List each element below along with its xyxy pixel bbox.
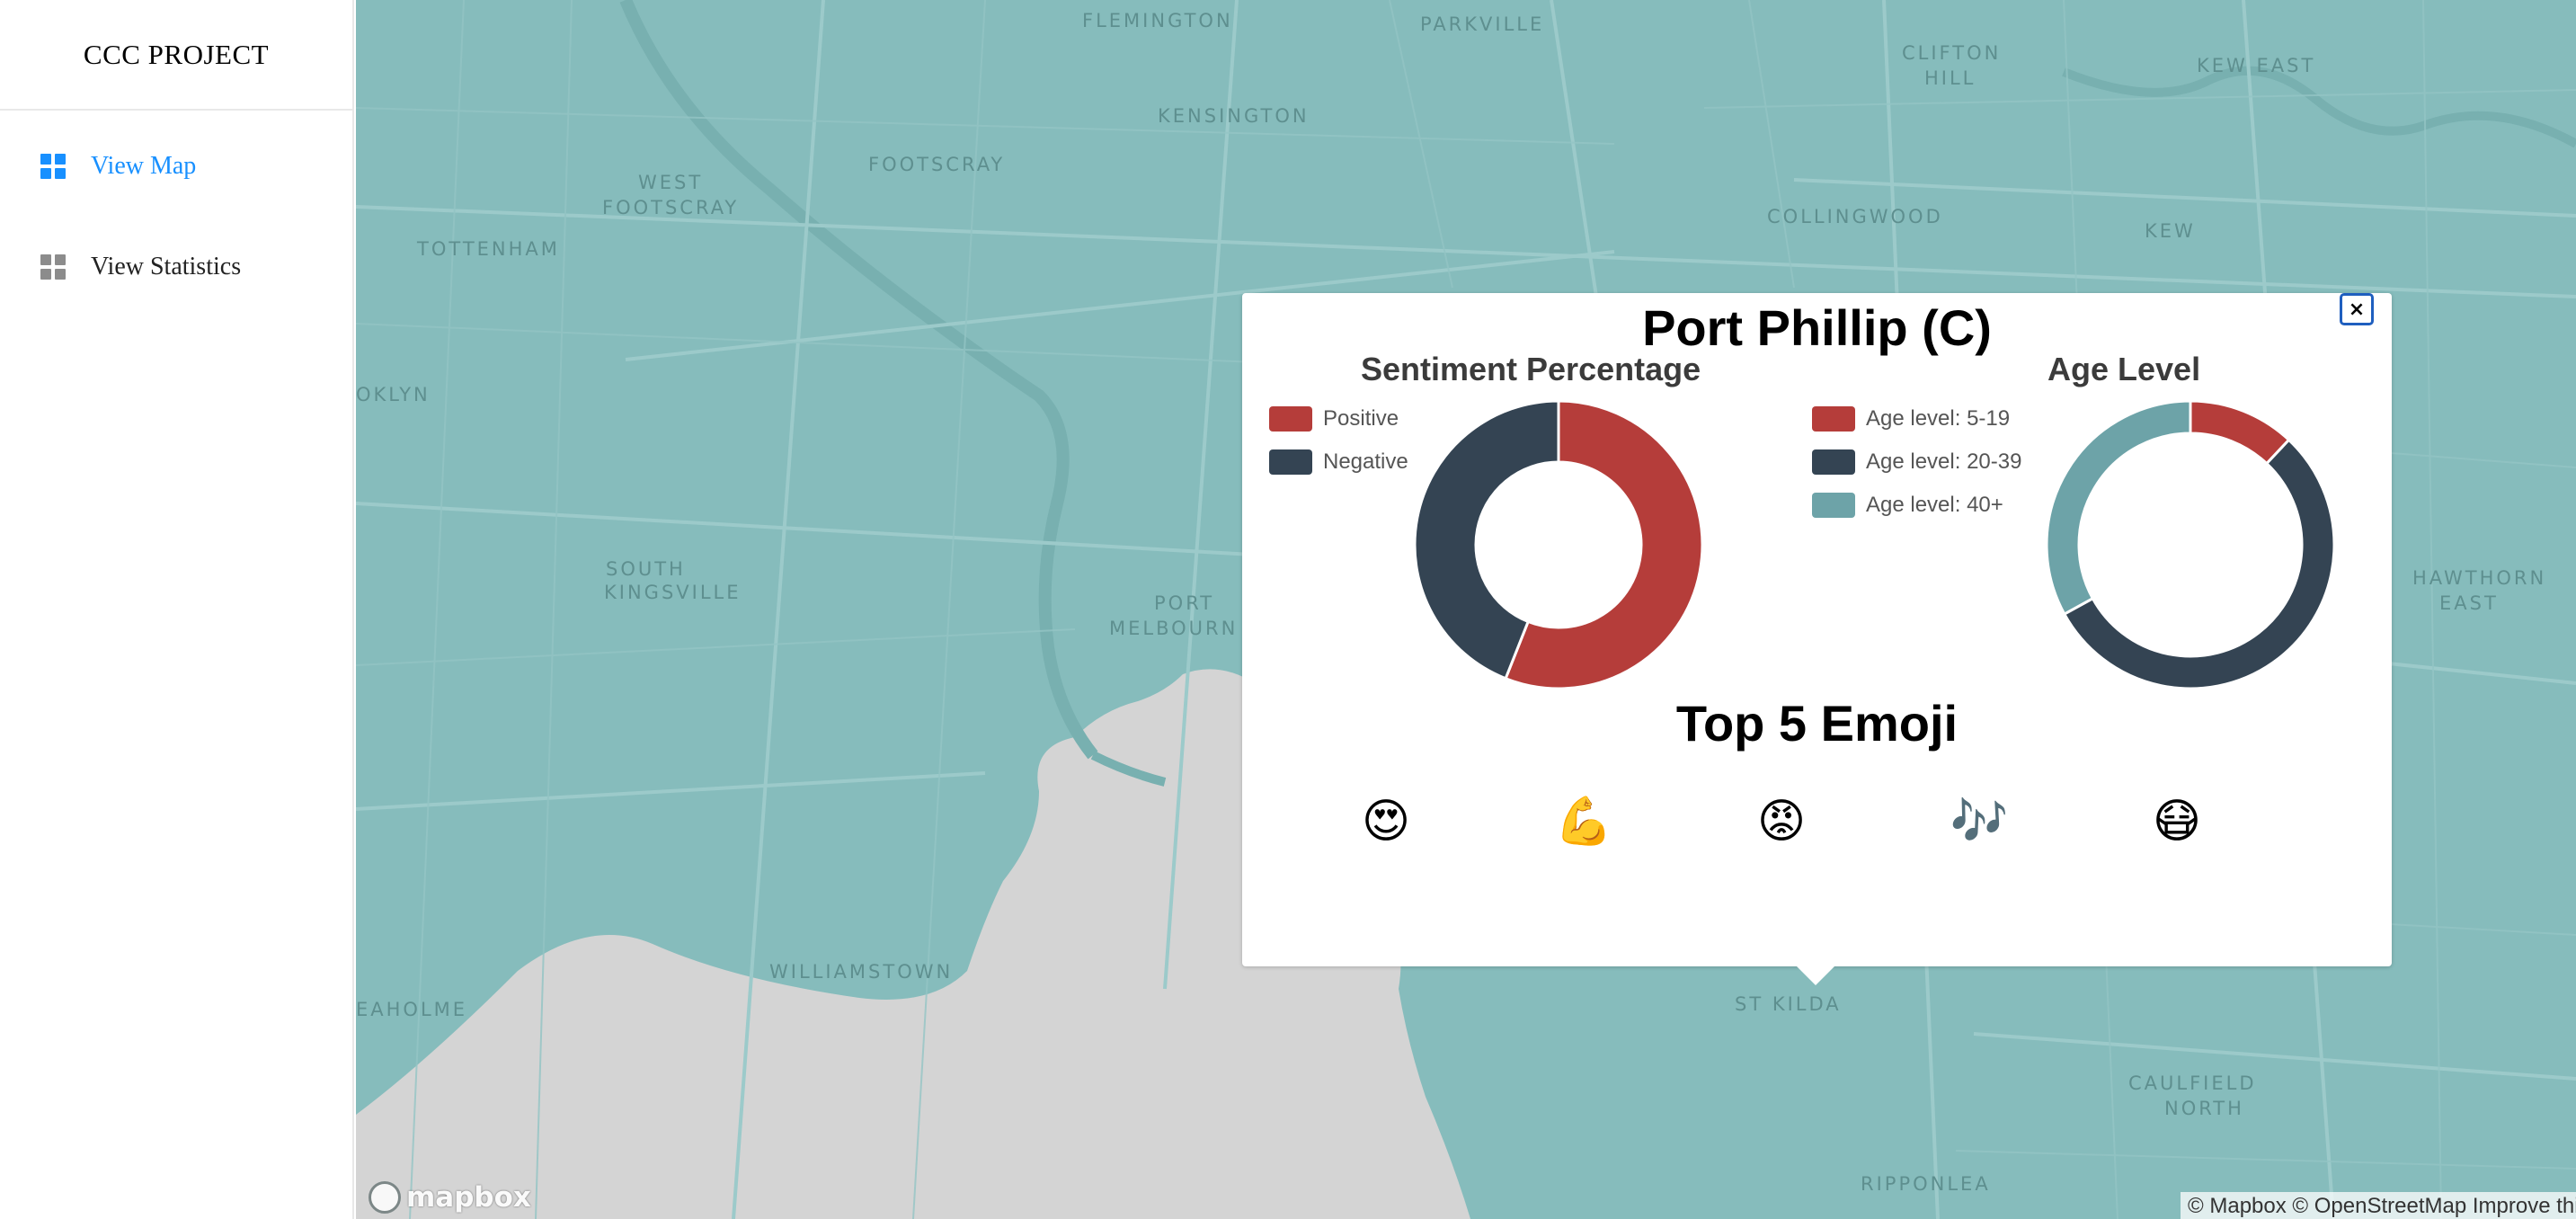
appstore-icon [40, 154, 66, 179]
legend-swatch [1812, 493, 1855, 518]
place-label: CAULFIELD [2128, 1072, 2257, 1094]
place-label: HAWTHORN [2412, 567, 2547, 589]
place-label: WILLIAMSTOWN [769, 961, 954, 983]
place-label: KINGSVILLE [604, 582, 742, 603]
mapbox-logo[interactable]: mapbox [369, 1181, 531, 1214]
place-label: EAST [2439, 592, 2499, 614]
sidebar: CCC PROJECT View Map View Statistics [0, 0, 354, 1219]
sentiment-chart-title: Sentiment Percentage [1361, 351, 1701, 387]
legend-label: Age level: 20-39 [1866, 449, 2022, 474]
emoji-item: 😡 [1756, 795, 1807, 849]
place-label: ST KILDA [1735, 993, 1842, 1015]
appstore-icon [40, 254, 66, 280]
emoji-list: 😍 💪 😡 🎶 😷 [1242, 786, 2392, 858]
place-label: FOOTSCRAY [602, 197, 740, 218]
legend-item[interactable]: Age level: 40+ [1812, 484, 2021, 527]
legend-label: Age level: 5-19 [1866, 406, 2011, 431]
legend-item[interactable]: Age level: 20-39 [1812, 440, 2021, 484]
legend-label: Negative [1323, 449, 1408, 474]
place-label: OKLYN [356, 384, 431, 405]
emoji-item: 😷 [2152, 795, 2202, 849]
place-label: KENSINGTON [1158, 105, 1310, 127]
sidebar-item-view-map[interactable]: View Map [0, 116, 352, 217]
emoji-section-title: Top 5 Emoji [1675, 695, 1959, 752]
emoji-item: 😍 [1361, 795, 1411, 849]
place-label: RIPPONLEA [1861, 1173, 1991, 1195]
mapbox-wordmark: mapbox [406, 1181, 531, 1214]
legend-swatch [1269, 406, 1312, 432]
place-label: NORTH [2164, 1098, 2244, 1119]
place-label: CLIFTON [1902, 42, 2002, 64]
legend-item[interactable]: Positive [1269, 397, 1408, 440]
sentiment-legend: Positive Negative [1269, 397, 1408, 484]
emoji-item: 🎶 [1950, 795, 2009, 849]
legend-item[interactable]: Age level: 5-19 [1812, 397, 2021, 440]
age-chart-title: Age Level [2047, 351, 2201, 387]
legend-label: Positive [1323, 406, 1399, 431]
place-label: KEW [2145, 220, 2196, 242]
donut-slice-age-level-40-[interactable] [2045, 399, 2192, 617]
region-popup: × Port Phillip (C) Sentiment Percentage … [1242, 293, 2392, 966]
sidebar-item-label: View Statistics [91, 253, 242, 280]
sidebar-item-view-statistics[interactable]: View Statistics [0, 217, 352, 317]
age-legend: Age level: 5-19 Age level: 20-39 Age lev… [1812, 397, 2021, 527]
popup-tip [1796, 965, 1835, 985]
place-label: PORT [1154, 592, 1215, 614]
place-label: FLEMINGTON [1082, 10, 1233, 31]
sidebar-menu: View Map View Statistics [0, 116, 352, 317]
emoji-item: 💪 [1554, 795, 1613, 849]
place-label: WEST [638, 172, 704, 193]
mapbox-icon [369, 1181, 401, 1214]
place-label: TOTTENHAM [417, 238, 560, 260]
age-donut-chart[interactable] [2045, 399, 2336, 690]
legend-swatch [1812, 449, 1855, 475]
place-label: HILL [1924, 67, 1976, 89]
place-label: EAHOLME [356, 999, 468, 1020]
app-logo: CCC PROJECT [0, 0, 352, 111]
place-label: FOOTSCRAY [868, 154, 1006, 175]
place-label: COLLINGWOOD [1767, 206, 1943, 227]
popup-title: Port Phillip (C) [1642, 299, 1992, 356]
place-label: MELBOURN [1109, 618, 1239, 639]
sentiment-donut-chart[interactable] [1413, 399, 1704, 690]
place-label: PARKVILLE [1420, 13, 1545, 35]
legend-label: Age level: 40+ [1866, 493, 2003, 517]
place-label: KEW EAST [2197, 55, 2316, 76]
legend-item[interactable]: Negative [1269, 440, 1408, 484]
donut-slice-age-level-20-39[interactable] [2062, 438, 2336, 690]
place-label: SOUTH [606, 558, 686, 580]
app-title: CCC PROJECT [83, 38, 270, 70]
legend-swatch [1812, 406, 1855, 432]
sidebar-item-label: View Map [91, 152, 197, 180]
legend-swatch [1269, 449, 1312, 475]
map-attribution[interactable]: © Mapbox © OpenStreetMap Improve this ma… [2181, 1192, 2576, 1219]
